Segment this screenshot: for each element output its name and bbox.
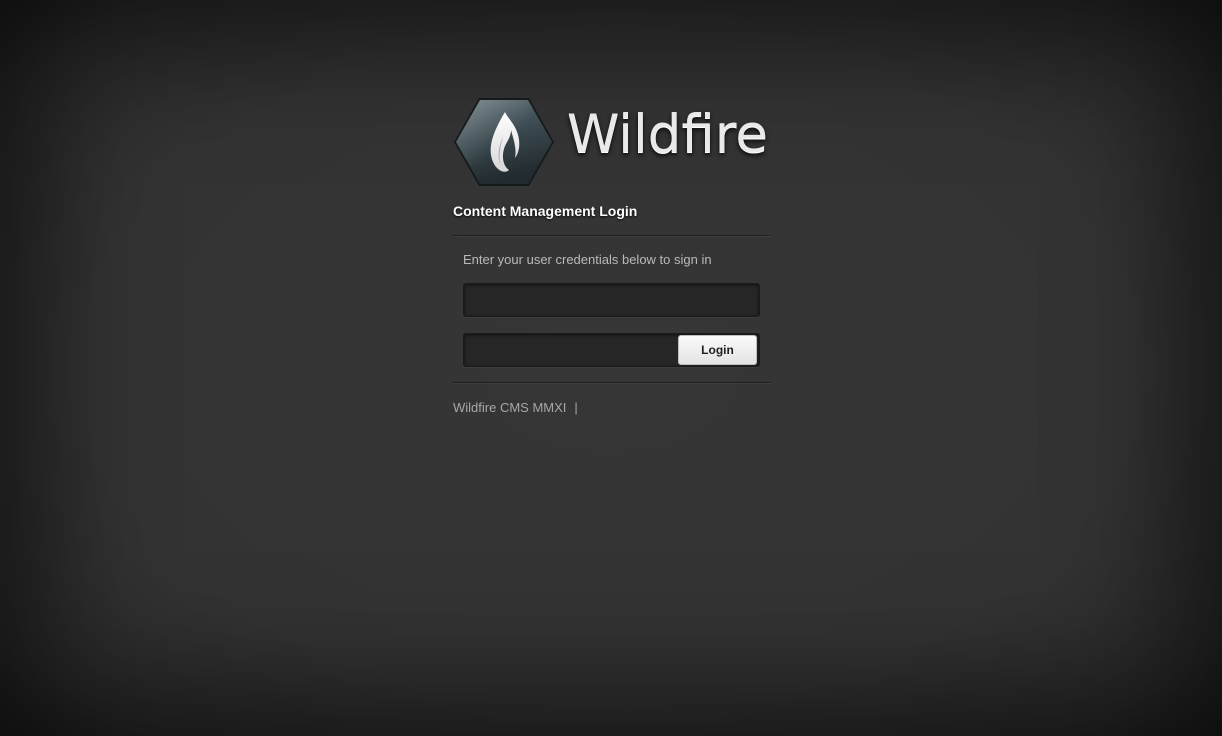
footer-separator: | [574, 400, 578, 415]
page-title: Content Management Login [453, 203, 638, 219]
footer: Wildfire CMS MMXI | [453, 400, 578, 415]
login-panel: Wildfire Content Management Login Enter … [453, 96, 770, 415]
brand-wordmark: Wildfire [567, 104, 768, 165]
login-instructions: Enter your user credentials below to sig… [463, 252, 712, 267]
login-button[interactable]: Login [678, 335, 757, 365]
divider-bottom [453, 382, 770, 384]
footer-text: Wildfire CMS MMXI [453, 400, 567, 415]
login-screen: Wildfire Content Management Login Enter … [0, 0, 1222, 736]
brand-logo: Wildfire [453, 96, 770, 188]
username-field[interactable] [463, 283, 760, 317]
flame-hexagon-icon [454, 98, 554, 186]
divider-top [453, 235, 770, 237]
